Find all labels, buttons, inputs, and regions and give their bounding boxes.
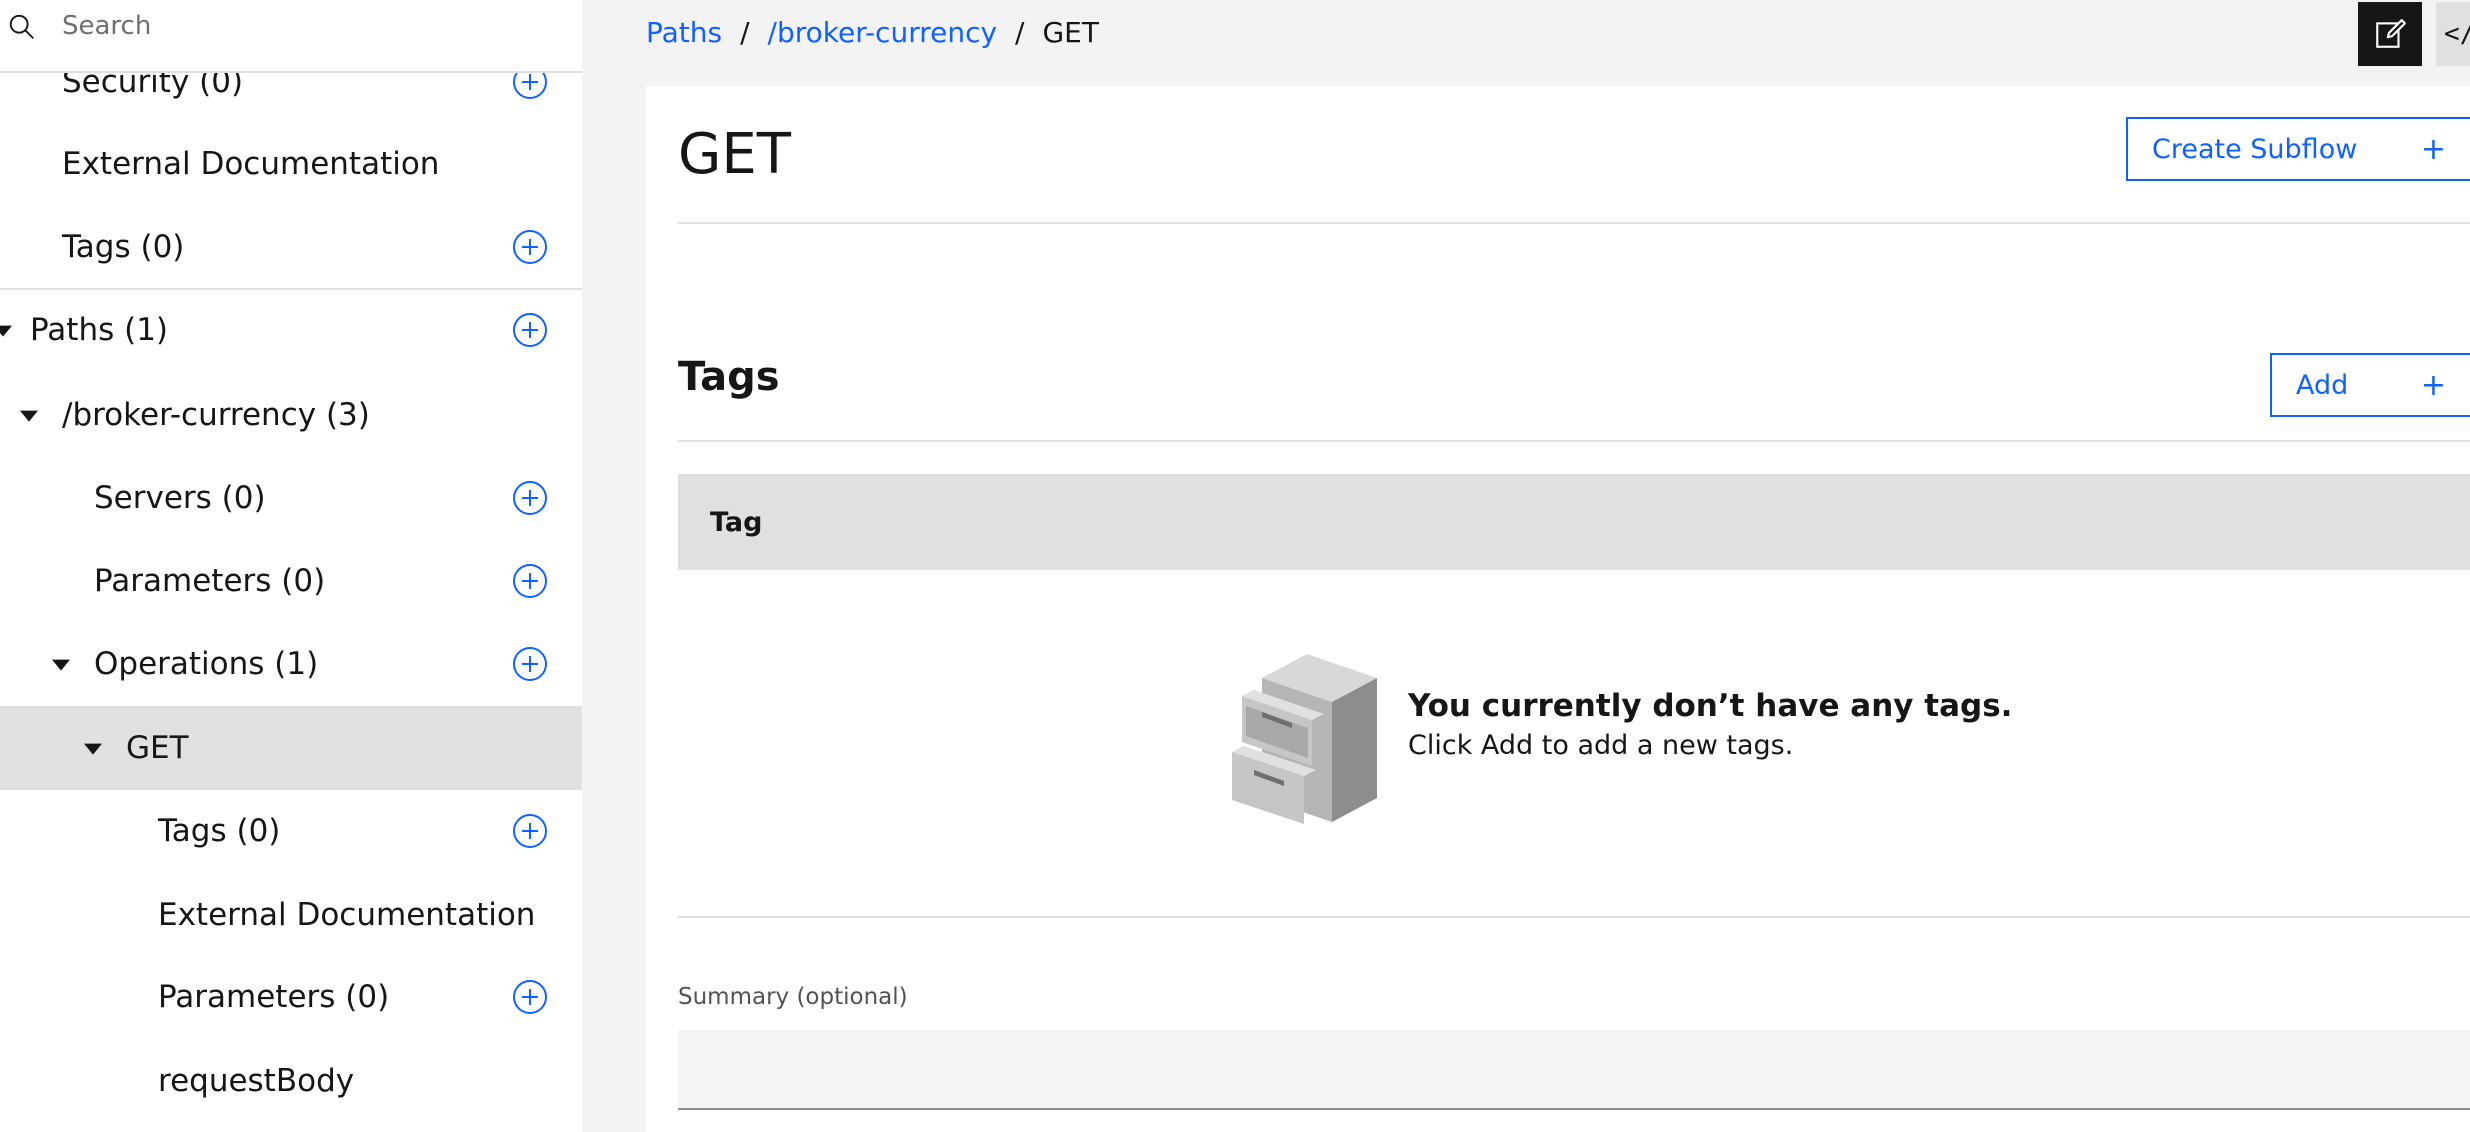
- tags-empty-state: You currently don’t have any tags. Click…: [1232, 648, 2132, 848]
- sidebar-item-get[interactable]: GET: [0, 706, 582, 790]
- sidebar-item-label: External Documentation: [62, 146, 440, 182]
- sidebar-item-label: /broker-currency (3): [62, 397, 370, 433]
- add-circle-icon[interactable]: [512, 646, 548, 682]
- add-circle-icon[interactable]: [512, 229, 548, 265]
- breadcrumb-link-broker-currency[interactable]: /broker-currency: [768, 16, 998, 49]
- add-circle-icon[interactable]: [512, 312, 548, 348]
- sidebar-item-tags[interactable]: Tags (0): [0, 205, 582, 289]
- tags-header-divider: [678, 440, 2470, 442]
- chevron-down-icon[interactable]: [0, 325, 12, 337]
- tags-footer-divider: [678, 916, 2470, 918]
- chevron-down-icon[interactable]: [84, 743, 102, 755]
- file-cabinet-icon: [1232, 654, 1377, 824]
- sidebar-item-operations[interactable]: Operations (1): [0, 622, 582, 706]
- code-view-button[interactable]: </: [2436, 2, 2470, 66]
- empty-state-title: You currently don’t have any tags.: [1408, 688, 2013, 724]
- column-header-tag: Tag: [710, 506, 763, 538]
- chevron-down-icon[interactable]: [52, 659, 70, 671]
- add-circle-icon[interactable]: [512, 979, 548, 1015]
- breadcrumb-current: GET: [1042, 16, 1099, 49]
- sidebar-item-label: Paths (1): [30, 312, 169, 348]
- edit-icon: [2376, 19, 2406, 48]
- sidebar: Security (0) External Documentation Tags…: [0, 0, 582, 1132]
- sidebar-item-label: Tags (0): [62, 229, 185, 265]
- main-panel: GET Create Subflow + Tags Add + Tag You …: [646, 86, 2470, 1132]
- sidebar-item-servers[interactable]: Servers (0): [0, 456, 582, 540]
- sidebar-item-label: requestBody: [158, 1063, 355, 1099]
- empty-state-description: Click Add to add a new tags.: [1408, 730, 1794, 761]
- sidebar-item-label: Parameters (0): [94, 563, 326, 599]
- chevron-down-icon[interactable]: [20, 410, 38, 422]
- sidebar-item-label: Servers (0): [94, 480, 266, 516]
- plus-icon: +: [2420, 131, 2446, 167]
- sidebar-item-get-external-docs[interactable]: External Documentation: [0, 873, 582, 957]
- sidebar-item-get-tags[interactable]: Tags (0): [0, 789, 582, 873]
- search-input[interactable]: [62, 6, 562, 46]
- page-title: GET: [678, 122, 791, 187]
- add-circle-icon[interactable]: [512, 813, 548, 849]
- add-tag-button[interactable]: Add +: [2270, 353, 2470, 417]
- sidebar-item-external-docs[interactable]: External Documentation: [0, 122, 582, 206]
- summary-label: Summary (optional): [678, 984, 908, 1010]
- add-circle-icon[interactable]: [512, 563, 548, 599]
- sidebar-item-parameters[interactable]: Parameters (0): [0, 539, 582, 623]
- breadcrumb-separator: /: [1015, 16, 1025, 49]
- create-subflow-button[interactable]: Create Subflow +: [2126, 117, 2470, 181]
- sidebar-item-broker-currency[interactable]: /broker-currency (3): [0, 373, 582, 457]
- tags-section-title: Tags: [678, 354, 780, 400]
- sidebar-item-get-parameters[interactable]: Parameters (0): [0, 955, 582, 1039]
- sidebar-item-request-body[interactable]: requestBody: [0, 1039, 582, 1123]
- summary-input[interactable]: [678, 1030, 2470, 1110]
- plus-icon: +: [2420, 367, 2446, 403]
- breadcrumb: Paths / /broker-currency / GET: [646, 16, 1099, 49]
- add-circle-icon[interactable]: [512, 480, 548, 516]
- search-icon: [9, 14, 34, 39]
- code-icon: </: [2444, 19, 2470, 49]
- edit-button[interactable]: [2358, 2, 2422, 66]
- title-divider: [678, 222, 2470, 224]
- sidebar-item-paths[interactable]: Paths (1): [0, 288, 582, 372]
- sidebar-item-label: Tags (0): [158, 813, 281, 849]
- button-label: Add: [2296, 369, 2349, 401]
- breadcrumb-separator: /: [740, 16, 750, 49]
- sidebar-item-label: GET: [126, 730, 189, 766]
- sidebar-item-label: Operations (1): [94, 646, 319, 682]
- search-bar: [0, 0, 582, 73]
- breadcrumb-link-paths[interactable]: Paths: [646, 16, 722, 49]
- button-label: Create Subflow: [2152, 133, 2358, 165]
- tags-table-header: Tag: [678, 474, 2470, 570]
- sidebar-item-label: Parameters (0): [158, 979, 390, 1015]
- sidebar-item-label: External Documentation: [158, 897, 536, 933]
